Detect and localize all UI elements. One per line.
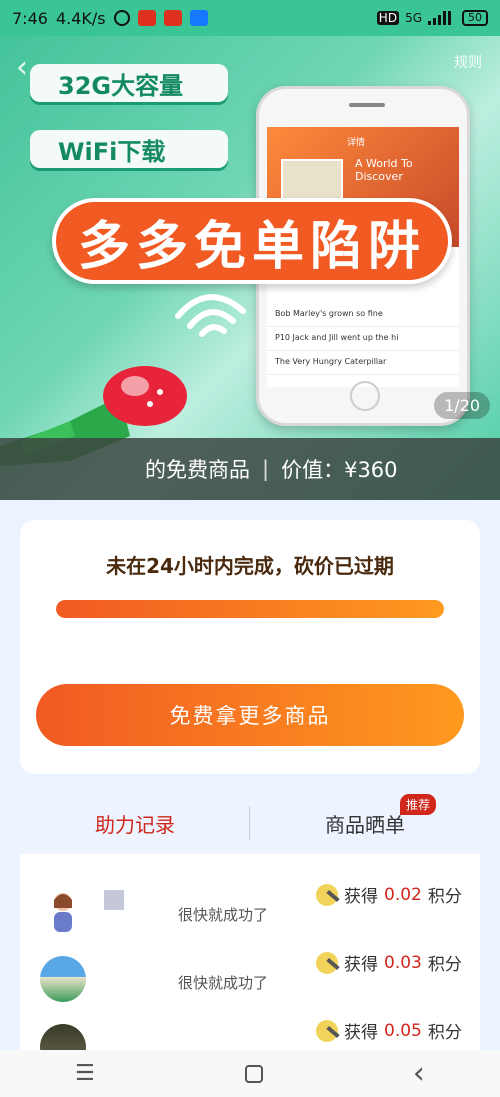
product-info-strip: 的免费商品 | 价值：¥360 — [0, 438, 500, 500]
records-card: 助力记录 商品晒单 推荐 很快就成功了 获得 0.02 积分 很快就成功了 获得 0.… — [20, 792, 480, 1092]
status-time: 7:46 — [12, 8, 48, 28]
coin-icon — [316, 883, 338, 906]
back-chevron-icon[interactable]: ‹ — [16, 50, 28, 85]
image-counter: 1/20 — [434, 392, 490, 419]
rules-link[interactable]: 规则 — [454, 52, 482, 72]
status-bar: 7:46 4.4K/s HD 5G 50 — [0, 0, 500, 36]
wifi-icon — [175, 294, 246, 337]
reward-suffix: 积分 — [427, 887, 462, 907]
tab-help-records[interactable]: 助力记录 — [20, 809, 250, 838]
reward-amount: 0.05 — [384, 1020, 422, 1041]
alipay-icon — [189, 10, 208, 26]
reward-prefix: 获得 — [344, 887, 378, 907]
bargain-card: 未在24小时内完成，砍价已过期 免费拿更多商品 — [20, 520, 480, 774]
bargain-progress-bar — [56, 600, 444, 618]
wifi-pill: WiFi下载 — [30, 130, 228, 168]
system-nav-bar: ☰ ‹ — [0, 1050, 500, 1097]
expired-message: 未在24小时内完成，砍价已过期 — [106, 554, 394, 578]
reward-prefix: 获得 — [344, 955, 378, 975]
calendar-app-icon — [163, 10, 182, 26]
record-status: 很快就成功了 — [178, 906, 269, 924]
home-icon[interactable] — [244, 1064, 263, 1083]
record-reward: 获得 0.03 积分 — [316, 950, 462, 975]
get-more-free-button[interactable]: 免费拿更多商品 — [36, 684, 464, 746]
reward-amount: 0.02 — [384, 884, 422, 905]
avatar[interactable] — [40, 956, 86, 1002]
capacity-pill: 32G大容量 — [30, 64, 228, 102]
battery-icon: 50 — [462, 10, 488, 26]
record-reward: 获得 0.02 积分 — [316, 882, 462, 907]
book-title: A World To Discover — [355, 157, 413, 183]
hd-indicator: HD — [376, 11, 400, 25]
reward-prefix: 获得 — [344, 1023, 378, 1043]
menu-icon[interactable]: ☰ — [75, 1061, 95, 1086]
shopping-app-icon — [137, 10, 156, 26]
status-speed: 4.4K/s — [55, 8, 106, 28]
free-goods-text: 的免费商品 — [145, 458, 250, 482]
phone-list-item: Bob Marley's grown so fine — [267, 303, 459, 327]
bargain-progress-fill — [56, 600, 444, 618]
record-row: 很快就成功了 获得 0.02 积分 — [20, 882, 480, 946]
record-row: 很快就成功了 获得 0.03 积分 — [20, 950, 480, 1014]
back-icon[interactable]: ‹ — [413, 1056, 425, 1091]
record-status: 很快就成功了 — [178, 974, 269, 992]
reward-suffix: 积分 — [427, 1023, 462, 1043]
network-label: 5G — [405, 11, 422, 25]
phone-home-button — [350, 381, 380, 411]
signal-icon — [428, 11, 451, 25]
trap-warning-label: 多多免单陷阱 — [52, 198, 452, 284]
alarm-icon — [113, 10, 130, 26]
reward-amount: 0.03 — [384, 952, 422, 973]
avatar[interactable] — [40, 888, 86, 934]
tab-product-showcase[interactable]: 商品晒单 — [250, 809, 480, 838]
tab-divider — [249, 806, 250, 840]
records-tabs: 助力记录 商品晒单 推荐 — [20, 792, 480, 854]
product-banner[interactable]: ‹ 规则 32G大容量 WiFi下载 详情 A World To Discove… — [0, 36, 500, 500]
value-text: 价值：¥360 — [281, 458, 398, 482]
record-reward: 获得 0.05 积分 — [316, 1018, 462, 1043]
reward-suffix: 积分 — [427, 955, 462, 975]
recommend-badge: 推荐 — [399, 794, 436, 815]
phone-list-item: The Very Hungry Caterpillar — [267, 351, 459, 375]
phone-speaker — [349, 103, 385, 107]
phone-header-title: 详情 — [347, 138, 366, 148]
user-name-placeholder — [104, 890, 124, 910]
phone-list-item: P10 Jack and Jill went up the hi — [267, 327, 459, 351]
info-separator: | — [262, 457, 270, 481]
coin-icon — [316, 951, 338, 974]
coin-icon — [316, 1019, 338, 1042]
